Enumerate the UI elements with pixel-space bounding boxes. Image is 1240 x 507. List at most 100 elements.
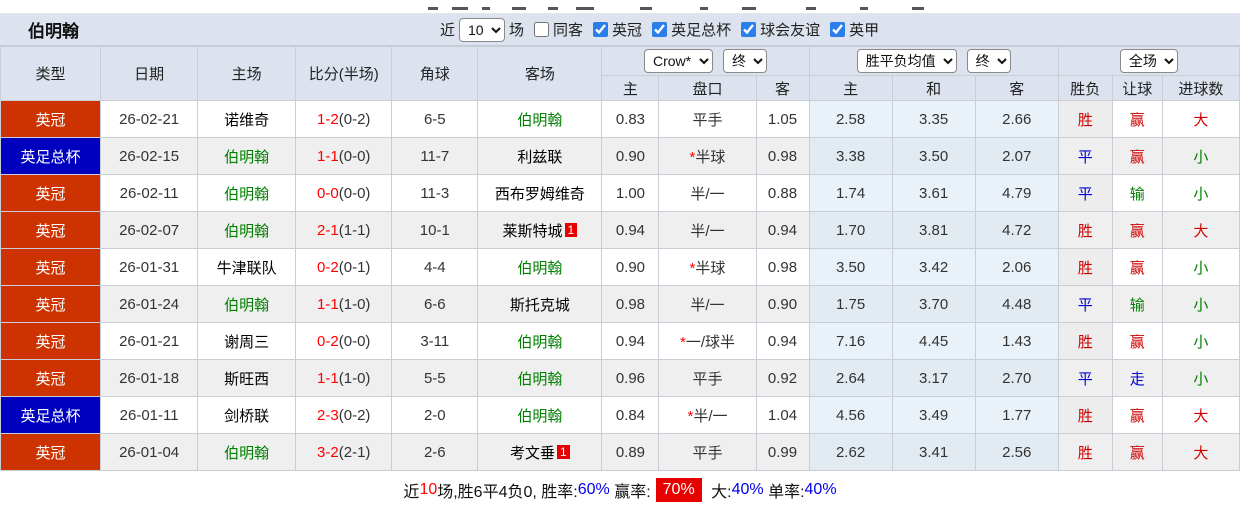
eu-home-odds: 2.64	[808, 359, 893, 397]
eu-away-odds: 2.07	[974, 137, 1059, 175]
wdl-result: 胜	[1057, 248, 1113, 286]
eu-away-odds: 2.06	[974, 248, 1059, 286]
clipped-text-fragment	[452, 7, 468, 10]
match-date: 26-02-11	[100, 174, 199, 212]
league-badge: 英冠	[0, 285, 102, 323]
asian-away-odds: 0.92	[755, 359, 810, 397]
wdl-result: 平	[1057, 359, 1113, 397]
asian-odds-time-select[interactable]: 终	[722, 49, 767, 73]
corners-cell: 2-6	[391, 433, 479, 471]
goals-result: 小	[1161, 285, 1240, 323]
wdl-result: 平	[1057, 174, 1113, 212]
home-team[interactable]: 斯旺西	[197, 359, 297, 397]
home-team[interactable]: 伯明翰	[197, 137, 297, 175]
table-row: 英冠 26-02-07 伯明翰 2-1(1-1) 10-1 莱斯特城 1 0.94…	[0, 211, 1240, 249]
away-team[interactable]: 伯明翰	[477, 248, 603, 286]
asian-line: 平手	[658, 433, 757, 471]
clipped-text-fragment	[576, 7, 594, 10]
games-count-select[interactable]: 10	[459, 17, 506, 42]
home-team[interactable]: 牛津联队	[197, 248, 297, 286]
goals-result: 大	[1161, 211, 1240, 249]
eu-home-odds: 1.74	[808, 174, 893, 212]
home-team[interactable]: 伯明翰	[197, 285, 297, 323]
asian-line: *半/一	[658, 396, 757, 434]
goals-result: 小	[1161, 322, 1240, 360]
score-cell[interactable]: 3-2(2-1)	[295, 433, 393, 471]
eu-home-odds: 7.16	[808, 322, 893, 360]
eu-away-odds: 2.66	[974, 100, 1059, 138]
filter-label-facup: 英足总杯	[671, 22, 732, 39]
subcol-asian-line: 盘口	[658, 75, 757, 101]
score-cell[interactable]: 1-1(1-0)	[295, 359, 393, 397]
europe-odds-time-select[interactable]: 终	[966, 49, 1011, 73]
table-row: 英冠 26-01-18 斯旺西 1-1(1-0) 5-5 伯明翰 0.96 平手…	[0, 359, 1240, 397]
scope-select[interactable]: 全场	[1119, 49, 1178, 73]
asian-line: *一/球半	[658, 322, 757, 360]
asian-home-odds: 0.94	[601, 322, 660, 360]
home-team[interactable]: 谢周三	[197, 322, 297, 360]
handicap-result: 输	[1111, 174, 1163, 212]
league-badge: 英足总杯	[0, 137, 102, 175]
home-team[interactable]: 剑桥联	[197, 396, 297, 434]
corners-cell: 3-11	[391, 322, 479, 360]
filter-controls: 近 10 场 同客 英冠 英足总杯 球会友谊 英甲	[440, 17, 883, 42]
summary-near-label: 近	[403, 483, 420, 501]
filter-checkbox-league1[interactable]	[830, 22, 846, 37]
match-date: 26-02-21	[100, 100, 199, 138]
handicap-result: 输	[1111, 285, 1163, 323]
subcol-eu-home: 主	[808, 75, 893, 101]
score-cell[interactable]: 0-0(0-0)	[295, 174, 393, 212]
away-team[interactable]: 利兹联	[477, 137, 603, 175]
table-row: 英冠 26-01-24 伯明翰 1-1(1-0) 6-6 斯托克城 0.98 半…	[0, 285, 1240, 323]
europe-mode-select[interactable]: 胜平负均值	[856, 49, 957, 73]
away-team[interactable]: 西布罗姆维奇	[477, 174, 603, 212]
score-cell[interactable]: 1-1(1-0)	[295, 285, 393, 323]
table-row: 英足总杯 26-01-11 剑桥联 2-3(0-2) 2-0 伯明翰 0.84 …	[0, 396, 1240, 434]
match-date: 26-01-11	[100, 396, 199, 434]
filter-checkbox-facup[interactable]	[652, 22, 668, 37]
score-cell[interactable]: 0-2(0-0)	[295, 322, 393, 360]
asian-line: 半/一	[658, 174, 757, 212]
table-row: 英冠 26-01-04 伯明翰 3-2(2-1) 2-6 考文垂 1 0.89 平…	[0, 433, 1240, 471]
same-away-checkbox[interactable]	[534, 22, 550, 37]
match-date: 26-01-31	[100, 248, 199, 286]
away-team[interactable]: 斯托克城	[477, 285, 603, 323]
score-cell[interactable]: 1-2(0-2)	[295, 100, 393, 138]
filter-checkbox-yingguan[interactable]	[593, 22, 609, 37]
clipped-text-fragment	[700, 7, 708, 10]
away-team[interactable]: 伯明翰	[477, 396, 603, 434]
home-team[interactable]: 伯明翰	[197, 433, 297, 471]
away-team[interactable]: 考文垂 1	[477, 433, 603, 471]
score-cell[interactable]: 1-1(0-0)	[295, 137, 393, 175]
score-cell[interactable]: 0-2(0-1)	[295, 248, 393, 286]
filter-checkbox-friendly[interactable]	[741, 22, 757, 37]
subcol-eu-away: 客	[974, 75, 1059, 101]
home-team[interactable]: 伯明翰	[197, 174, 297, 212]
summary-count: 10	[419, 480, 438, 498]
away-team[interactable]: 莱斯特城 1	[477, 211, 603, 249]
clipped-text-fragment	[512, 7, 526, 10]
score-cell[interactable]: 2-3(0-2)	[295, 396, 393, 434]
subcol-handicap-result: 让球	[1111, 75, 1163, 101]
away-team[interactable]: 伯明翰	[477, 359, 603, 397]
score-cell[interactable]: 2-1(1-1)	[295, 211, 393, 249]
asian-line: 半/一	[658, 285, 757, 323]
handicap-result: 赢	[1111, 137, 1163, 175]
corners-cell: 11-7	[391, 137, 479, 175]
home-team[interactable]: 伯明翰	[197, 211, 297, 249]
goals-result: 大	[1161, 433, 1240, 471]
wdl-result: 胜	[1057, 211, 1113, 249]
games-suffix-label: 场	[509, 22, 525, 39]
home-team[interactable]: 诺维奇	[197, 100, 297, 138]
away-team[interactable]: 伯明翰	[477, 100, 603, 138]
col-header-away: 客场	[477, 46, 603, 101]
wdl-result: 胜	[1057, 433, 1113, 471]
summary-big-rate: 40%	[731, 480, 764, 498]
odds-company-select[interactable]: Crow*	[643, 49, 713, 73]
eu-away-odds: 1.77	[974, 396, 1059, 434]
away-team[interactable]: 伯明翰	[477, 322, 603, 360]
wdl-result: 平	[1057, 285, 1113, 323]
filter-label-yingguan: 英冠	[612, 22, 643, 39]
europe-odds-header: 胜平负均值 终	[808, 46, 1059, 76]
eu-draw-odds: 3.70	[891, 285, 976, 323]
